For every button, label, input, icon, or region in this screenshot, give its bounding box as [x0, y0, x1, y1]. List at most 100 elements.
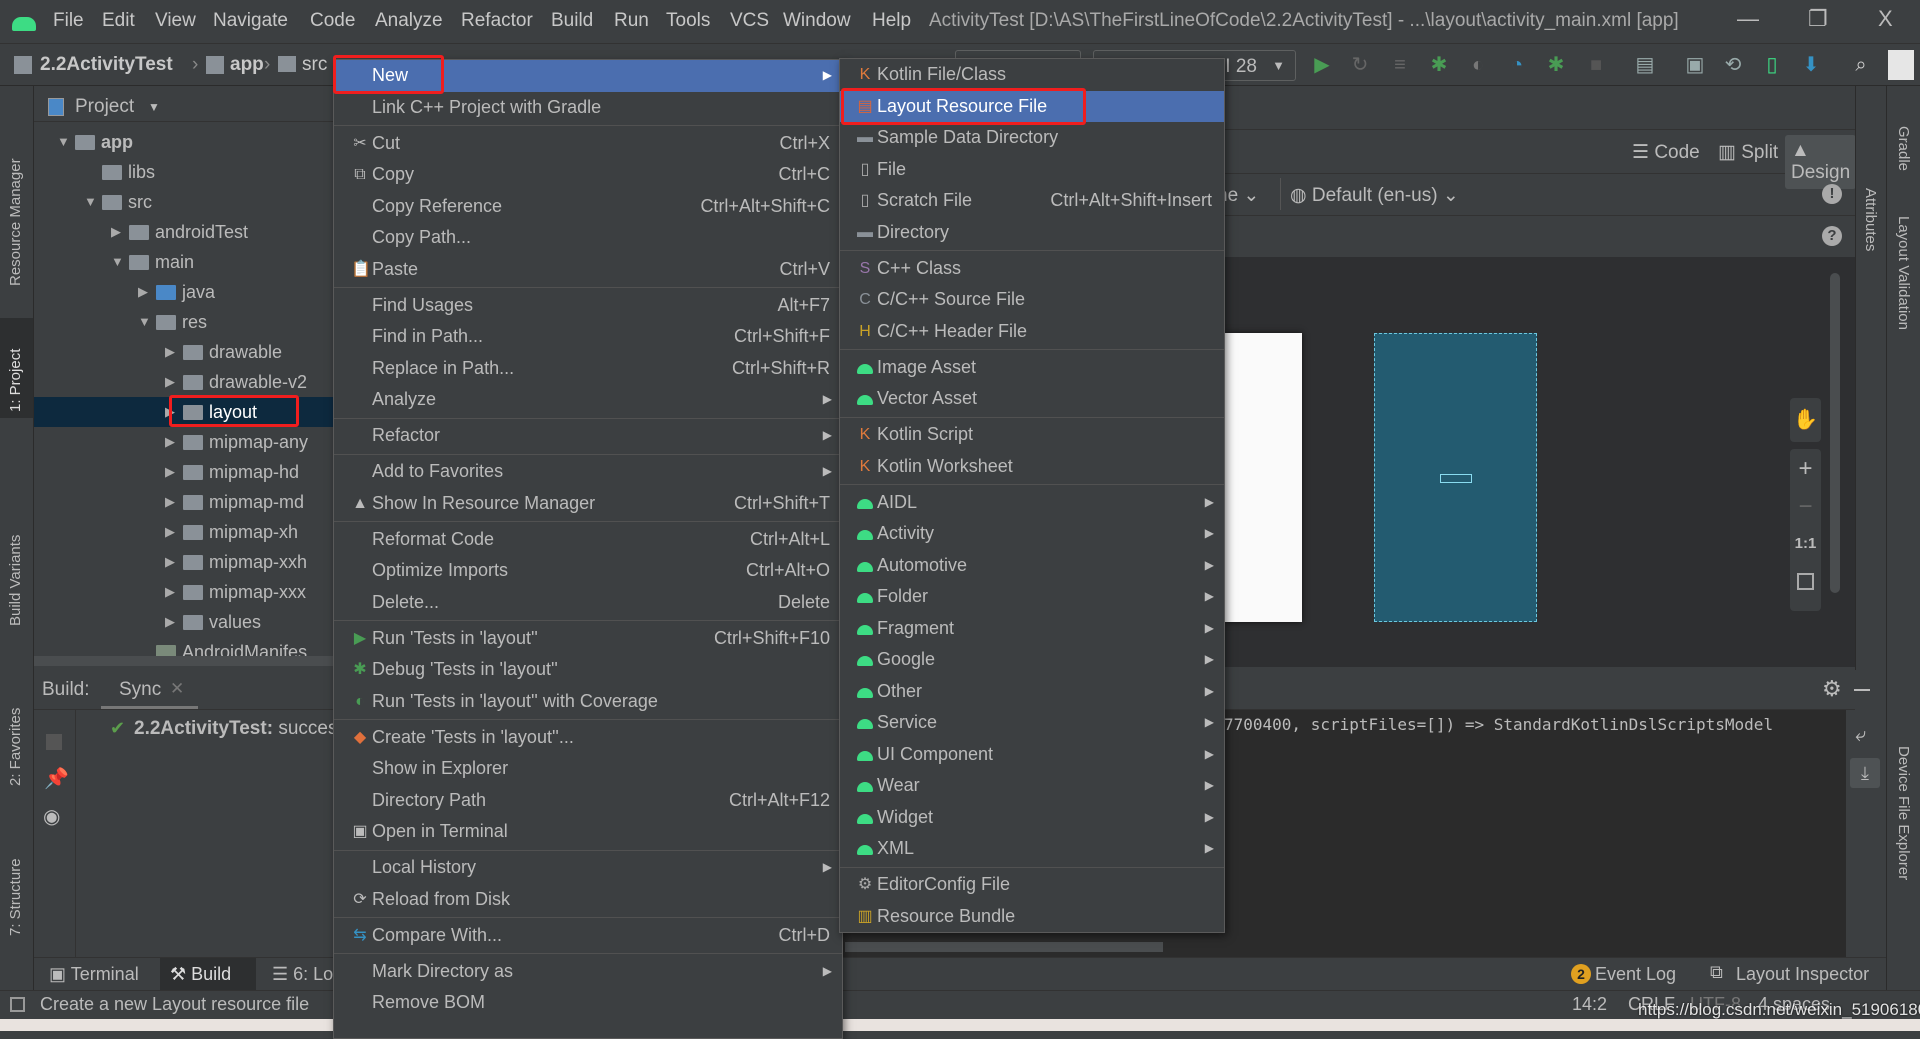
- menu-item-copy-path[interactable]: Copy Path...: [334, 222, 842, 254]
- sdk-manager-icon[interactable]: ▣: [1684, 54, 1706, 76]
- menu-edit[interactable]: Edit: [102, 10, 135, 32]
- project-structure-icon[interactable]: ▤: [1634, 54, 1656, 76]
- menu-item-open-in-terminal[interactable]: ▣ Open in Terminal: [334, 816, 842, 848]
- menu-item-ui-component[interactable]: UI Component ▶: [840, 739, 1224, 771]
- menu-item-service[interactable]: Service ▶: [840, 707, 1224, 739]
- tree-item-mipmap-xxh[interactable]: ▶ mipmap-xxh: [34, 547, 334, 577]
- apply-changes-icon[interactable]: ↻: [1349, 54, 1371, 76]
- menu-item-vector-asset[interactable]: Vector Asset: [840, 383, 1224, 415]
- tool-attributes[interactable]: Attributes: [1862, 188, 1879, 251]
- menu-refactor[interactable]: Refactor: [461, 10, 533, 32]
- menu-item-find-in-path[interactable]: Find in Path... Ctrl+Shift+F: [334, 321, 842, 353]
- menu-item-automotive[interactable]: Automotive ▶: [840, 550, 1224, 582]
- pan-hand-icon[interactable]: ✋: [1790, 398, 1821, 442]
- tree-item-drawable[interactable]: ▶ drawable: [34, 337, 334, 367]
- tree-item-mipmap-hd[interactable]: ▶ mipmap-hd: [34, 457, 334, 487]
- tool-resource-manager[interactable]: Resource Manager: [7, 116, 24, 286]
- close-button[interactable]: X: [1878, 6, 1893, 32]
- tree-item-mipmap-any[interactable]: ▶ mipmap-any: [34, 427, 334, 457]
- menu-item-copy-reference[interactable]: Copy Reference Ctrl+Alt+Shift+C: [334, 191, 842, 223]
- tab-logcat[interactable]: ☰ 6: Lo: [272, 964, 333, 985]
- chevron-down-icon[interactable]: ▼: [138, 307, 151, 337]
- menu-item-other[interactable]: Other ▶: [840, 676, 1224, 708]
- menu-vcs[interactable]: VCS: [730, 10, 769, 32]
- menu-item-editorconfig-file[interactable]: ⚙ EditorConfig File: [840, 869, 1224, 901]
- tool-gradle[interactable]: Gradle: [1895, 126, 1912, 171]
- vertical-scrollbar[interactable]: [1830, 273, 1840, 593]
- apply-code-changes-icon[interactable]: ≡: [1389, 54, 1411, 76]
- menu-item-scratch-file[interactable]: ▯ Scratch File Ctrl+Alt+Shift+Insert: [840, 185, 1224, 217]
- stop-icon[interactable]: [46, 734, 62, 750]
- tool-favorites[interactable]: 2: Favorites: [7, 676, 24, 786]
- tab-build[interactable]: ⚒ Build: [160, 958, 256, 991]
- coverage-icon[interactable]: ◐: [1467, 54, 1489, 76]
- tool-structure[interactable]: 7: Structure: [7, 826, 24, 936]
- tree-item-mipmap-xxx[interactable]: ▶ mipmap-xxx: [34, 577, 334, 607]
- log-horizontal-scrollbar[interactable]: [845, 942, 1163, 952]
- menu-item-resource-bundle[interactable]: ▥ Resource Bundle: [840, 901, 1224, 933]
- menu-item-optimize-imports[interactable]: Optimize Imports Ctrl+Alt+O: [334, 555, 842, 587]
- warning-icon[interactable]: !: [1822, 184, 1842, 204]
- layout-inspector-button[interactable]: Layout Inspector: [1736, 964, 1869, 985]
- breadcrumb-project[interactable]: 2.2ActivityTest: [40, 54, 173, 76]
- menu-item-reformat-code[interactable]: Reformat Code Ctrl+Alt+L: [334, 524, 842, 556]
- tree-item-values[interactable]: ▶ values: [34, 607, 334, 637]
- menu-run[interactable]: Run: [614, 10, 649, 32]
- tool-project[interactable]: 1: Project: [7, 322, 24, 412]
- menu-item-cut[interactable]: ✂ Cut Ctrl+X: [334, 128, 842, 160]
- zoom-out-button[interactable]: −: [1790, 493, 1821, 521]
- menu-item-remove-bom[interactable]: Remove BOM: [334, 987, 842, 1019]
- breadcrumb-app[interactable]: app: [230, 54, 264, 76]
- chevron-down-icon[interactable]: ▼: [57, 127, 70, 157]
- chevron-down-icon[interactable]: ▼: [84, 187, 97, 217]
- chevron-right-icon[interactable]: ▶: [165, 457, 175, 487]
- menu-item-show-in-explorer[interactable]: Show in Explorer: [334, 753, 842, 785]
- menu-item-widget[interactable]: Widget ▶: [840, 802, 1224, 834]
- gear-icon[interactable]: ⚙: [1822, 676, 1842, 702]
- menu-item-delete[interactable]: Delete... Delete: [334, 587, 842, 619]
- menu-build[interactable]: Build: [551, 10, 593, 32]
- tree-item-java[interactable]: ▶ java: [34, 277, 334, 307]
- chevron-down-icon[interactable]: ▼: [111, 247, 124, 277]
- menu-item-wear[interactable]: Wear ▶: [840, 770, 1224, 802]
- horizontal-scrollbar[interactable]: [34, 656, 334, 666]
- menu-item-reload-from-disk[interactable]: ⟳ Reload from Disk: [334, 884, 842, 916]
- zoom-in-button[interactable]: +: [1790, 455, 1821, 483]
- menu-item-kotlin-file-class[interactable]: K Kotlin File/Class: [840, 59, 1224, 91]
- caret-position[interactable]: 14:2: [1572, 994, 1607, 1015]
- chevron-right-icon[interactable]: ▶: [165, 517, 175, 547]
- menu-item-kotlin-script[interactable]: K Kotlin Script: [840, 419, 1224, 451]
- avd-manager-icon[interactable]: ▯: [1761, 54, 1783, 76]
- tree-item-main[interactable]: ▼ main: [34, 247, 334, 277]
- menu-item-add-to-favorites[interactable]: Add to Favorites ▶: [334, 456, 842, 488]
- menu-item-directory-path[interactable]: Directory Path Ctrl+Alt+F12: [334, 785, 842, 817]
- menu-item-fragment[interactable]: Fragment ▶: [840, 613, 1224, 645]
- scroll-to-end-icon[interactable]: ⤓: [1850, 758, 1880, 788]
- chevron-right-icon[interactable]: ▶: [165, 607, 175, 637]
- menu-item-run-tests-in-layout-with-coverage[interactable]: ◐ Run 'Tests in 'layout'' with Coverage: [334, 686, 842, 718]
- menu-item-compare-with[interactable]: ⇆ Compare With... Ctrl+D: [334, 920, 842, 952]
- code-mode-button[interactable]: ☰ Code: [1632, 141, 1700, 164]
- event-log-button[interactable]: Event Log: [1595, 964, 1676, 985]
- menu-item-show-in-resource-manager[interactable]: ▲ Show In Resource Manager Ctrl+Shift+T: [334, 488, 842, 520]
- sdk-download-icon[interactable]: ⬇: [1800, 54, 1822, 76]
- tree-item-app[interactable]: ▼ app: [34, 127, 334, 157]
- zoom-actual-size-button[interactable]: 1:1: [1790, 535, 1821, 552]
- tree-item-res[interactable]: ▼ res: [34, 307, 334, 337]
- chevron-right-icon[interactable]: ▶: [165, 547, 175, 577]
- locale-selector[interactable]: ◍ Default (en-us) ⌄: [1290, 184, 1459, 207]
- menu-window[interactable]: Window: [783, 10, 851, 32]
- project-view-selector[interactable]: Project: [75, 96, 134, 118]
- menu-item-folder[interactable]: Folder ▶: [840, 581, 1224, 613]
- menu-item-xml[interactable]: XML ▶: [840, 833, 1224, 865]
- menu-item-image-asset[interactable]: Image Asset: [840, 352, 1224, 384]
- menu-item-paste[interactable]: 📋 Paste Ctrl+V: [334, 254, 842, 286]
- menu-item-aidl[interactable]: AIDL ▶: [840, 487, 1224, 519]
- menu-item-activity[interactable]: Activity ▶: [840, 518, 1224, 550]
- chevron-right-icon[interactable]: ▶: [165, 487, 175, 517]
- chevron-right-icon[interactable]: ▶: [165, 577, 175, 607]
- menu-item-c-c-header-file[interactable]: H C/C++ Header File: [840, 316, 1224, 348]
- menu-item-link-c-project-with-gradle[interactable]: Link C++ Project with Gradle: [334, 92, 842, 124]
- menu-item-refactor[interactable]: Refactor ▶: [334, 420, 842, 452]
- chevron-right-icon[interactable]: ▶: [165, 367, 175, 397]
